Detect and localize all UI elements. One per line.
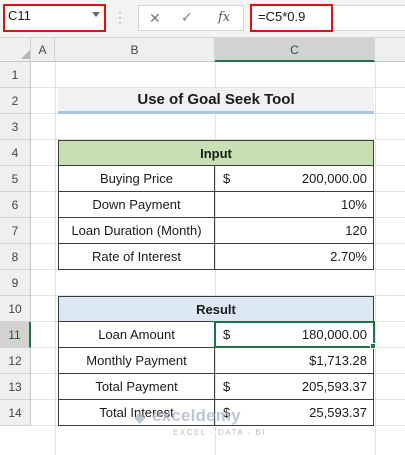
watermark-name: exceldemy: [152, 406, 241, 425]
confirm-icon[interactable]: ✓: [181, 9, 193, 26]
name-box-value: C11: [8, 8, 31, 23]
row-header-11[interactable]: 11: [0, 322, 31, 348]
sheet-title[interactable]: Use of Goal Seek Tool: [58, 88, 374, 114]
column-header-d[interactable]: [375, 38, 405, 62]
formula-input-extension[interactable]: [333, 5, 405, 31]
table-row-value[interactable]: 205,593.37: [235, 374, 374, 400]
chevron-down-icon[interactable]: [92, 12, 100, 17]
table-row-value[interactable]: $1,713.28: [215, 348, 374, 374]
row-header-1[interactable]: 1: [0, 62, 31, 88]
column-header-b[interactable]: B: [55, 38, 215, 62]
row-header-13[interactable]: 13: [0, 374, 31, 400]
table-row-value[interactable]: 10%: [215, 192, 374, 218]
select-all-icon[interactable]: [21, 50, 30, 59]
table-row-label[interactable]: Monthly Payment: [58, 348, 215, 374]
table-row-label[interactable]: Total Payment: [58, 374, 215, 400]
row-header-7[interactable]: 7: [0, 218, 31, 244]
row-header-12[interactable]: 12: [0, 348, 31, 374]
result-table-header[interactable]: Result: [58, 296, 374, 322]
row-header-14[interactable]: 14: [0, 400, 31, 426]
fill-handle[interactable]: [370, 343, 376, 349]
vertical-dots-icon: · · ·: [118, 5, 122, 29]
table-row-value[interactable]: 25,593.37: [235, 400, 374, 426]
insert-function-icon[interactable]: fx: [218, 10, 230, 25]
currency-symbol[interactable]: $: [215, 166, 235, 192]
table-row-label[interactable]: Loan Duration (Month): [58, 218, 215, 244]
row-header-5[interactable]: 5: [0, 166, 31, 192]
gridline: [375, 62, 376, 455]
active-cell-selection[interactable]: [214, 321, 375, 348]
column-header-a[interactable]: A: [31, 38, 55, 62]
row-header-2[interactable]: 2: [0, 88, 31, 114]
table-row-value[interactable]: 200,000.00: [235, 166, 374, 192]
table-row-label[interactable]: Loan Amount: [58, 322, 215, 348]
row-header-8[interactable]: 8: [0, 244, 31, 270]
cancel-icon[interactable]: ✕: [149, 10, 161, 27]
table-row-label[interactable]: Rate of Interest: [58, 244, 215, 270]
column-header-c[interactable]: C: [215, 38, 375, 62]
row-header-6[interactable]: 6: [0, 192, 31, 218]
table-row-value[interactable]: 2.70%: [215, 244, 374, 270]
row-header-3[interactable]: 3: [0, 114, 31, 140]
table-row-value[interactable]: 120: [215, 218, 374, 244]
currency-symbol[interactable]: $: [215, 374, 235, 400]
table-row-label[interactable]: Down Payment: [58, 192, 215, 218]
formula-text: =C5*0.9: [258, 9, 306, 24]
row-header-9[interactable]: 9: [0, 270, 31, 296]
exceldemy-logo-icon: ◆: [134, 409, 146, 426]
row-header-4[interactable]: 4: [0, 140, 31, 166]
gridline: [55, 62, 56, 455]
row-header-10[interactable]: 10: [0, 296, 31, 322]
input-table-header[interactable]: Input: [58, 140, 374, 166]
table-row-label[interactable]: Buying Price: [58, 166, 215, 192]
watermark-tagline: EXCEL · DATA · BI: [173, 428, 266, 437]
